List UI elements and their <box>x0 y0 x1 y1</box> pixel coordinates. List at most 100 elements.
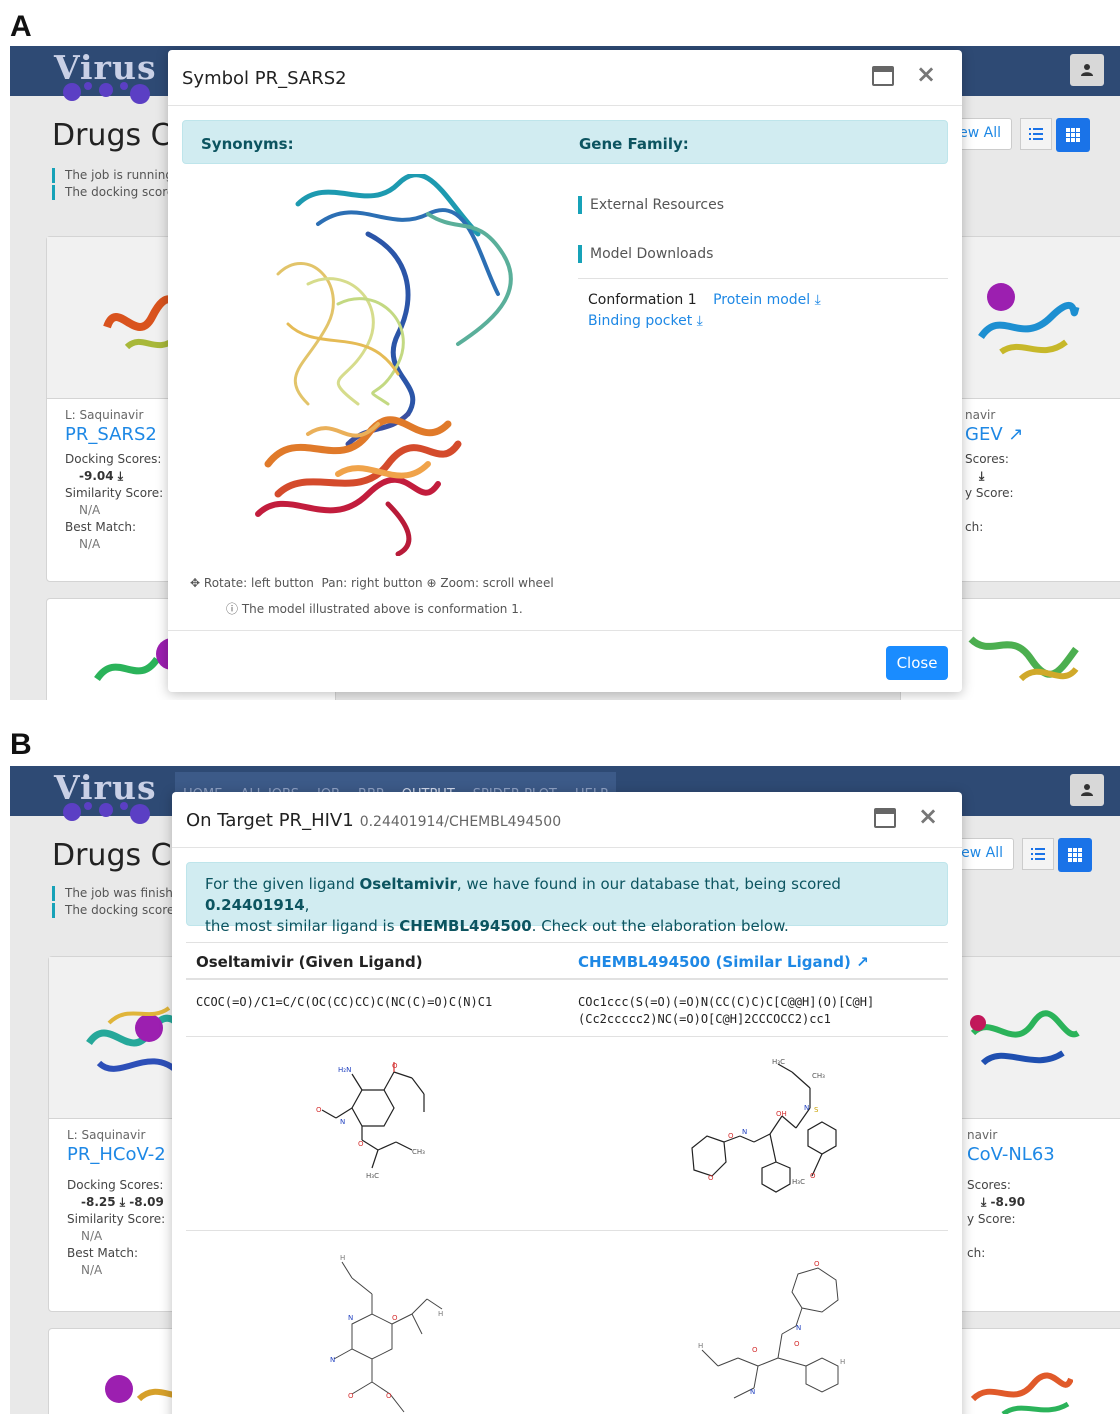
protein-thumbnail-icon <box>970 1372 1073 1414</box>
svg-text:O: O <box>752 1346 758 1354</box>
divider <box>578 278 948 279</box>
svg-text:O: O <box>392 1062 398 1070</box>
svg-text:N: N <box>348 1314 353 1322</box>
list-icon <box>1029 128 1043 140</box>
protein-thumbnail-icon <box>968 636 1079 682</box>
svg-text:N: N <box>742 1128 747 1136</box>
svg-text:OH: OH <box>776 1110 787 1118</box>
synonyms-label: Synonyms: <box>201 135 294 153</box>
info-circle-icon: ⓘ <box>226 602 239 616</box>
external-link-icon[interactable]: ↗ <box>1008 424 1023 445</box>
svg-text:O: O <box>316 1106 322 1114</box>
svg-text:O: O <box>348 1392 354 1400</box>
similarity-label: y Score: <box>967 1212 1016 1226</box>
given-ligand-3d-hydrogens-structure: HNNOOOHH <box>330 1254 443 1413</box>
svg-text:CH₃: CH₃ <box>412 1148 425 1156</box>
svg-text:N: N <box>796 1324 801 1332</box>
svg-text:H: H <box>698 1342 703 1350</box>
grid-view-button[interactable] <box>1056 118 1090 152</box>
zoom-in-icon: ⊕ <box>426 576 437 590</box>
similarity-score: 0.24401914 <box>205 896 305 914</box>
download-icon[interactable]: ⤓ <box>118 469 123 483</box>
modal-subtitle: 0.24401914/CHEMBL494500 <box>359 814 562 830</box>
docking-value-2: -8.09 <box>129 1195 164 1209</box>
given-ligand-name: Oseltamivir <box>359 875 457 893</box>
virus-logo-icon <box>63 82 150 104</box>
modal-header: Symbol PR_SARS2 × <box>168 50 962 106</box>
status-line-2: The docking score <box>52 185 174 200</box>
svg-text:N: N <box>750 1388 755 1396</box>
hint-pan: Pan: right button <box>321 576 423 590</box>
binding-pocket-link[interactable]: Binding pocket ⤓ <box>588 313 703 329</box>
page-title: Drugs C <box>52 118 172 153</box>
svg-text:H₂N: H₂N <box>338 1066 351 1074</box>
grid-view-button[interactable] <box>1058 838 1092 872</box>
similarity-label: y Score: <box>965 486 1014 500</box>
svg-text:H₃C: H₃C <box>366 1172 379 1180</box>
svg-text:N: N <box>340 1118 345 1126</box>
svg-text:O: O <box>794 1340 800 1348</box>
virus-logo-icon <box>63 802 150 824</box>
list-view-button[interactable] <box>1020 118 1052 150</box>
on-target-modal: On Target PR_HIV1 0.24401914/CHEMBL494500… <box>172 792 962 1414</box>
move-arrows-icon: ✥ <box>190 576 201 590</box>
card-ligand: navir <box>967 1128 998 1142</box>
col-similar-ligand-link[interactable]: CHEMBL494500 (Similar Ligand) ↗ <box>578 953 869 971</box>
svg-text:H: H <box>340 1254 345 1262</box>
similar-ligand-2d-structure: H₃CCH₃OHN SNOO H₃CO <box>691 1058 837 1193</box>
model-downloads-heading[interactable]: Model Downloads <box>578 245 713 263</box>
user-menu-button[interactable] <box>1070 774 1104 806</box>
svg-text:O: O <box>386 1392 392 1400</box>
viewer-hints: ✥ Rotate: left button Pan: right button … <box>190 576 554 590</box>
close-icon[interactable]: × <box>918 802 938 830</box>
close-icon[interactable]: × <box>916 60 936 88</box>
page-title: Drugs C <box>52 838 172 873</box>
screenshot-b: Virus HOME ALL JOBS JOB RBP OUTPUT SPIDE… <box>10 766 1120 1414</box>
close-button[interactable]: Close <box>886 646 948 680</box>
svg-text:H: H <box>840 1358 845 1366</box>
user-icon <box>1081 784 1093 796</box>
footer-divider <box>168 630 962 631</box>
hint-rotate: Rotate: left button <box>203 576 314 590</box>
panel-letter-a: A <box>10 10 32 43</box>
maximize-icon[interactable] <box>872 66 894 86</box>
card-target-link[interactable]: CoV-NL63 <box>967 1146 1120 1164</box>
download-icon[interactable]: ⤓ <box>981 1195 986 1209</box>
svg-text:S: S <box>814 1106 819 1114</box>
download-row: Conformation 1 Protein model ⤓ Binding p… <box>588 290 821 332</box>
conformation-label: Conformation 1 <box>588 292 697 308</box>
card-target-link[interactable]: GEV <box>965 424 1003 445</box>
modal-title: On Target PR_HIV1 0.24401914/CHEMBL494500 <box>186 810 562 831</box>
download-icon[interactable]: ⤓ <box>979 469 984 483</box>
status-line-1: The job is running <box>52 168 173 183</box>
list-view-button[interactable] <box>1022 838 1054 870</box>
download-icon: ⤓ <box>696 313 703 329</box>
list-icon <box>1031 848 1045 860</box>
smiles-given: CCOC(=O)/C1=C/C(OC(CC)CC)C(NC(C)=O)C(N)C… <box>196 995 493 1009</box>
protein-3d-viewer[interactable] <box>248 174 518 556</box>
row-divider <box>186 1036 948 1037</box>
svg-text:O: O <box>708 1174 714 1182</box>
download-icon: ⤓ <box>814 292 821 308</box>
download-icon[interactable]: ⤓ <box>120 1195 125 1209</box>
user-icon <box>1081 64 1093 76</box>
svg-text:O: O <box>392 1314 398 1322</box>
svg-text:H₃C: H₃C <box>772 1058 785 1066</box>
external-link-icon: ↗ <box>856 953 869 971</box>
docking-value: -8.25 <box>81 1195 116 1209</box>
symbol-modal: Symbol PR_SARS2 × Synonyms: Gene Family: <box>168 50 962 692</box>
svg-text:H: H <box>438 1310 443 1318</box>
card-ligand: navir <box>965 408 996 422</box>
grid-icon <box>1068 848 1082 862</box>
modal-header: On Target PR_HIV1 0.24401914/CHEMBL494500… <box>172 792 962 848</box>
user-menu-button[interactable] <box>1070 54 1104 86</box>
docking-value: -8.90 <box>990 1195 1026 1209</box>
best-match-label: ch: <box>965 520 984 534</box>
maximize-icon[interactable] <box>874 808 896 828</box>
svg-text:N: N <box>804 1104 809 1112</box>
protein-model-link[interactable]: Protein model ⤓ <box>713 292 821 308</box>
external-resources-heading[interactable]: External Resources <box>578 196 724 214</box>
status-line-2: The docking score <box>52 903 174 918</box>
panel-letter-b: B <box>10 728 32 761</box>
svg-text:H₃C: H₃C <box>792 1178 805 1186</box>
